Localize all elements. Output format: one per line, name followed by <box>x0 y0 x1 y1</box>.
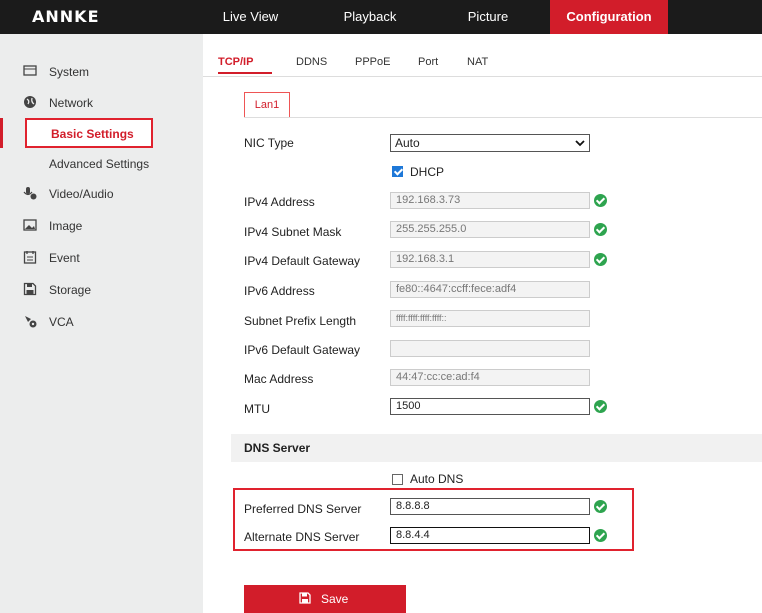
nav-playback[interactable]: Playback <box>320 0 420 34</box>
sidebar-item-label: Storage <box>49 283 92 297</box>
ipv6-gateway-label: IPv6 Default Gateway <box>244 343 361 357</box>
check-circle-icon <box>594 194 607 207</box>
tab-ddns[interactable]: DDNS <box>296 56 327 68</box>
save-button[interactable]: Save <box>244 585 406 613</box>
auto-dns-checkbox[interactable] <box>392 474 403 485</box>
subtab-lan1[interactable]: Lan1 <box>244 92 290 118</box>
check-circle-icon <box>594 400 607 413</box>
dns-section-title: DNS Server <box>244 441 311 455</box>
mtu-field[interactable]: 1500 <box>390 398 590 415</box>
ipv4-address-label: IPv4 Address <box>244 195 315 209</box>
sidebar-item-label: VCA <box>49 315 74 329</box>
dns-server-section: DNS Server <box>231 434 762 462</box>
sidebar-item-image[interactable]: Image <box>0 214 203 238</box>
sidebar-item-label: Network <box>49 96 94 110</box>
sidebar-item-label: Video/Audio <box>49 187 114 201</box>
save-button-label: Save <box>321 592 349 606</box>
vca-icon <box>23 314 37 328</box>
sidebar-item-label: Event <box>49 251 80 265</box>
ipv4-subnet-mask-field[interactable]: 255.255.255.0 <box>390 221 590 238</box>
sidebar-item-basic-settings[interactable]: Basic Settings <box>25 118 153 148</box>
sidebar-item-label: Basic Settings <box>51 127 134 141</box>
save-disk-icon <box>23 282 37 296</box>
chevron-down-icon <box>575 135 585 157</box>
monitor-icon <box>23 64 37 78</box>
alternate-dns-label: Alternate DNS Server <box>244 530 360 544</box>
active-indicator <box>0 118 3 148</box>
mac-address-label: Mac Address <box>244 372 314 386</box>
tab-nat[interactable]: NAT <box>467 56 488 68</box>
ipv4-gateway-label: IPv4 Default Gateway <box>244 254 361 268</box>
tab-active-underline <box>218 72 272 74</box>
top-nav-bar: ANNKE Live View Playback Picture Configu… <box>0 0 762 34</box>
mac-address-field[interactable]: 44:47:cc:ce:ad:f4 <box>390 369 590 386</box>
sidebar-item-label: Advanced Settings <box>49 157 150 171</box>
nav-configuration[interactable]: Configuration <box>550 0 668 34</box>
nav-picture[interactable]: Picture <box>440 0 536 34</box>
sidebar-item-advanced-settings[interactable]: Advanced Settings <box>0 152 203 176</box>
calendar-icon <box>23 250 37 264</box>
ipv4-gateway-field[interactable]: 192.168.3.1 <box>390 251 590 268</box>
auto-dns-label: Auto DNS <box>410 472 464 486</box>
nic-type-select[interactable]: Auto <box>390 134 590 152</box>
sidebar-item-network[interactable]: Network <box>0 91 203 115</box>
subnet-prefix-field[interactable]: ffff:ffff:ffff:ffff:: <box>390 310 590 327</box>
preferred-dns-label: Preferred DNS Server <box>244 502 362 516</box>
subnet-prefix-label: Subnet Prefix Length <box>244 314 357 328</box>
check-circle-icon <box>594 253 607 266</box>
nav-live-view[interactable]: Live View <box>203 0 298 34</box>
sidebar-item-event[interactable]: Event <box>0 246 203 270</box>
nic-type-label: NIC Type <box>244 136 294 150</box>
tab-port[interactable]: Port <box>418 56 438 68</box>
subtab-divider <box>244 117 762 118</box>
microphone-camera-icon <box>23 186 37 200</box>
sidebar-item-label: Image <box>49 219 83 233</box>
sidebar-item-video-audio[interactable]: Video/Audio <box>0 182 203 206</box>
sidebar-item-storage[interactable]: Storage <box>0 278 203 302</box>
alternate-dns-field[interactable]: 8.8.4.4 <box>390 527 590 544</box>
ipv6-address-label: IPv6 Address <box>244 284 315 298</box>
ipv6-address-field[interactable]: fe80::4647:ccff:fece:adf4 <box>390 281 590 298</box>
globe-icon <box>23 95 37 109</box>
check-circle-icon <box>594 223 607 236</box>
check-circle-icon <box>594 529 607 542</box>
ipv6-gateway-field[interactable] <box>390 340 590 357</box>
ipv4-address-field[interactable]: 192.168.3.73 <box>390 192 590 209</box>
sidebar-item-vca[interactable]: VCA <box>0 310 203 334</box>
nic-type-value: Auto <box>395 136 420 150</box>
mtu-label: MTU <box>244 402 270 416</box>
tab-tcp-ip[interactable]: TCP/IP <box>218 56 253 68</box>
sidebar-item-label: System <box>49 65 90 79</box>
ipv4-subnet-mask-label: IPv4 Subnet Mask <box>244 225 342 239</box>
preferred-dns-field[interactable]: 8.8.8.8 <box>390 498 590 515</box>
save-disk-icon <box>299 592 311 604</box>
tab-pppoe[interactable]: PPPoE <box>355 56 390 68</box>
tab-divider <box>203 76 762 77</box>
dhcp-checkbox[interactable] <box>392 166 403 177</box>
check-circle-icon <box>594 500 607 513</box>
dhcp-label: DHCP <box>410 165 445 179</box>
brand-logo: ANNKE <box>32 7 100 26</box>
image-icon <box>23 218 37 232</box>
sidebar-item-system[interactable]: System <box>0 60 203 84</box>
